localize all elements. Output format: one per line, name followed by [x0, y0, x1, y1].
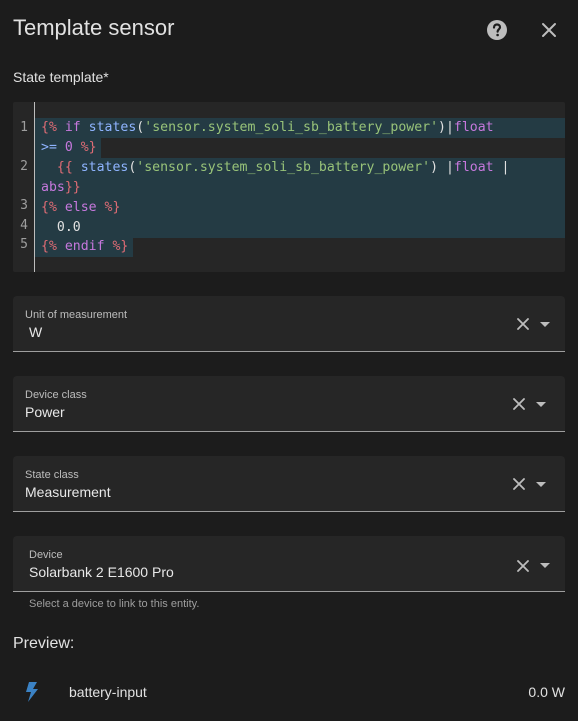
preview-label: Preview:	[13, 635, 75, 652]
code-token: {%	[41, 120, 65, 135]
code-token: {%	[41, 239, 65, 254]
close-icon	[542, 23, 556, 37]
field-value: W	[29, 324, 43, 340]
state-template-editor[interactable]: 1 2 3 4 5 {% if states('sensor.system_so…	[13, 102, 565, 272]
flash-icon	[26, 682, 38, 702]
field-value: Solarbank 2 E1600 Pro	[29, 564, 174, 580]
field-label: Unit of measurement	[25, 309, 128, 321]
dialog-title: Template sensor	[13, 15, 175, 40]
preview-entity-name: battery-input	[69, 684, 147, 700]
line-number: 4	[20, 218, 28, 233]
clear-icon[interactable]	[512, 397, 526, 411]
unit-of-measurement-select[interactable]: Unit of measurement W	[13, 296, 565, 352]
preview-entity-row: battery-input 0.0 W	[13, 672, 565, 712]
field-label: Device class	[25, 389, 87, 401]
clear-icon[interactable]	[512, 477, 526, 491]
code-token: states	[88, 120, 137, 135]
code-token: float	[453, 160, 494, 175]
code-token: |	[445, 160, 454, 175]
code-token: %}	[80, 140, 97, 155]
field-label: Device	[29, 549, 63, 561]
clear-icon[interactable]	[516, 559, 530, 573]
code-token: 'sensor.system_soli_sb_battery_power'	[136, 160, 431, 175]
code-token: 'sensor.system_soli_sb_battery_power'	[144, 120, 439, 135]
clear-icon[interactable]	[516, 317, 530, 331]
code-line: {{ states('sensor.system_soli_sb_battery…	[35, 158, 565, 178]
close-button[interactable]	[537, 18, 561, 42]
code-token: >=	[41, 140, 65, 155]
field-label: State class	[25, 469, 79, 481]
code-token: |	[493, 160, 510, 175]
code-token: {{	[41, 160, 81, 175]
code-token: |	[445, 120, 454, 135]
line-number: 2	[20, 159, 28, 174]
code-content[interactable]: {% if states('sensor.system_soli_sb_batt…	[35, 102, 565, 272]
field-value: Measurement	[25, 484, 111, 500]
preview-entity-state: 0.0 W	[528, 684, 565, 700]
code-token: )	[438, 120, 446, 135]
template-sensor-dialog: Template sensor State template* 1 2 3 4 …	[0, 0, 578, 721]
code-token: )	[430, 160, 446, 175]
line-number: 1	[20, 120, 28, 135]
dropdown-arrow-icon[interactable]	[540, 322, 550, 327]
code-line: >= 0 %}	[35, 138, 101, 158]
field-value: Power	[25, 404, 65, 420]
help-icon[interactable]	[485, 18, 509, 42]
code-token: endif	[64, 239, 113, 254]
state-class-select[interactable]: State class Measurement	[13, 456, 565, 512]
line-number-gutter: 1 2 3 4 5	[13, 102, 35, 272]
help-circle-icon	[487, 20, 507, 40]
code-token: if	[64, 120, 89, 135]
code-line: {% if states('sensor.system_soli_sb_batt…	[35, 118, 565, 138]
code-token: %}	[112, 239, 129, 254]
dropdown-arrow-icon[interactable]	[540, 563, 550, 568]
code-line: abs}}	[35, 178, 565, 198]
state-template-label: State template*	[13, 69, 109, 85]
code-line: {% else %}	[35, 198, 565, 218]
code-token: float	[453, 120, 494, 135]
code-token: states	[80, 160, 129, 175]
device-class-select[interactable]: Device class Power	[13, 376, 565, 432]
line-number: 5	[20, 237, 28, 252]
code-token: %}	[104, 200, 121, 215]
code-token: {%	[41, 200, 65, 215]
code-line: {% endif %}	[35, 237, 133, 257]
device-select[interactable]: Device Solarbank 2 E1600 Pro	[13, 536, 565, 592]
code-line: 0.0	[35, 218, 565, 238]
code-token: abs	[41, 180, 65, 195]
line-number: 3	[20, 198, 28, 213]
code-token: else	[64, 200, 105, 215]
dropdown-arrow-icon[interactable]	[536, 402, 546, 407]
code-token: 0.0	[41, 220, 81, 235]
code-token: 0	[64, 140, 81, 155]
dropdown-arrow-icon[interactable]	[536, 482, 546, 487]
device-helper-text: Select a device to link to this entity.	[29, 598, 200, 610]
code-token: }}	[64, 180, 81, 195]
